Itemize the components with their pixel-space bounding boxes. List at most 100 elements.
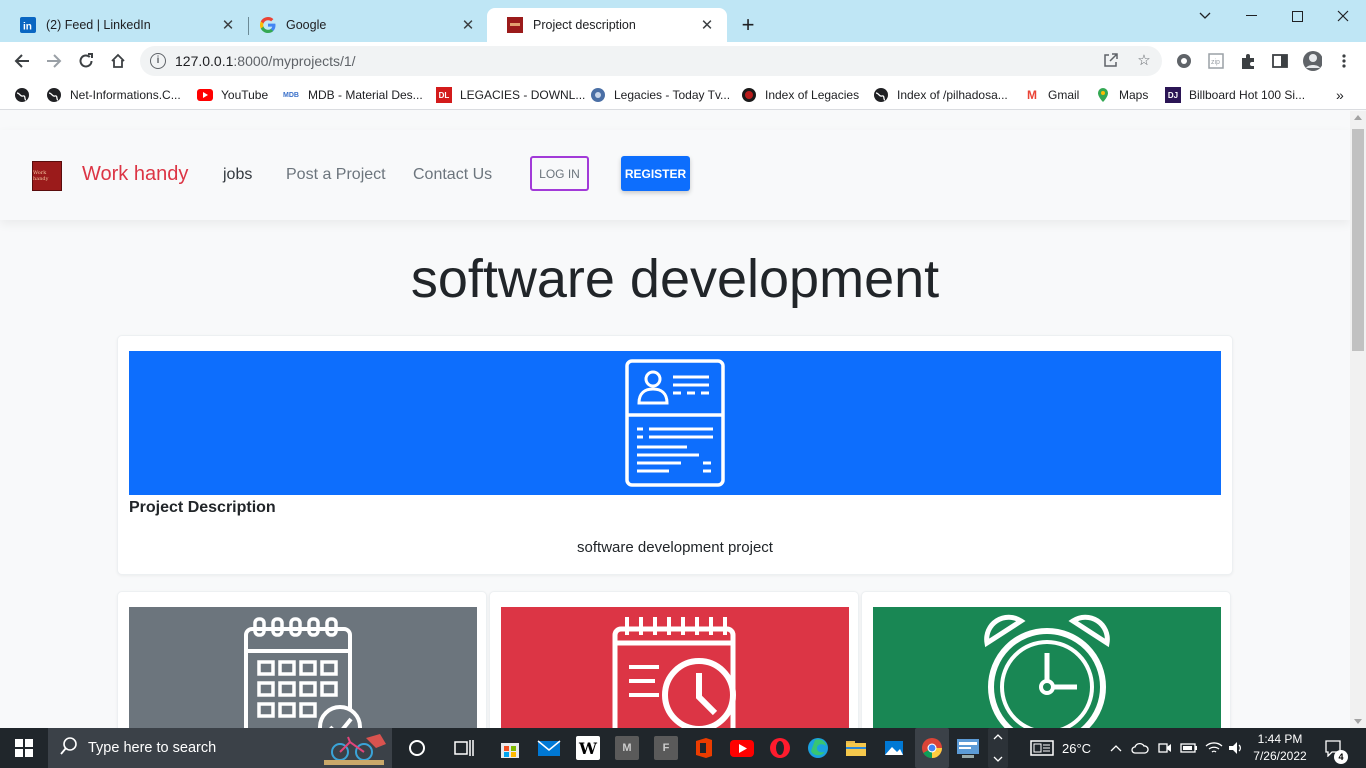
register-button[interactable]: REGISTER [621, 156, 690, 191]
opera-icon[interactable] [768, 736, 792, 760]
new-tab-button[interactable]: + [736, 14, 760, 38]
scroll-down-arrow-icon[interactable] [1354, 719, 1362, 724]
page-scrollbar[interactable] [1350, 111, 1366, 728]
chrome-taskbar-button[interactable] [915, 728, 949, 768]
back-button[interactable] [10, 49, 34, 73]
bookmark-index-pilhadosa[interactable]: Index of /pilhadosa... [873, 85, 1008, 105]
tab-strip: in (2) Feed | LinkedIn ✕ Google ✕ Projec… [0, 0, 1366, 42]
card-description: software development project [577, 539, 773, 556]
bookmark-label: YouTube [221, 88, 269, 102]
app-f-icon[interactable]: F [654, 736, 678, 760]
bookmark-net-informations[interactable]: Net-Informations.C... [46, 85, 181, 105]
office-icon[interactable] [692, 736, 716, 760]
meet-now-icon[interactable] [1158, 728, 1172, 768]
page-title: software development [410, 249, 940, 309]
youtube-icon [197, 87, 213, 103]
wifi-icon[interactable] [1205, 728, 1223, 768]
battery-icon[interactable] [1180, 728, 1198, 768]
extensions-puzzle-icon[interactable] [1238, 51, 1258, 71]
bookmark-youtube[interactable]: YouTube [197, 85, 268, 105]
bookmark-label: Legacies - Today Tv... [614, 88, 731, 102]
start-button[interactable] [0, 728, 48, 768]
tab-google[interactable]: Google ✕ [240, 8, 488, 42]
volume-icon[interactable] [1228, 728, 1244, 768]
bookmarks-bar: Net-Informations.C... YouTube MDB MDB - … [0, 80, 1366, 110]
weather-widget[interactable]: 26°C [1030, 728, 1091, 768]
wikipedia-icon[interactable]: W [576, 736, 600, 760]
forward-button[interactable] [42, 49, 66, 73]
onedrive-cloud-icon[interactable] [1131, 728, 1149, 768]
maximize-button[interactable] [1274, 0, 1320, 32]
taskbar-clock[interactable]: 1:44 PM 7/26/2022 [1245, 731, 1315, 765]
show-hidden-icons-chevron[interactable] [1110, 728, 1122, 768]
tab-label: Project description [533, 18, 636, 32]
news-weather-icon [1030, 740, 1054, 756]
site-navbar: Work handy Work handy jobs Post a Projec… [0, 130, 1350, 220]
site-info-icon[interactable]: i [150, 53, 166, 69]
tab-label: (2) Feed | LinkedIn [46, 18, 151, 32]
clock-date: 7/26/2022 [1253, 749, 1307, 763]
project-banner [129, 351, 1221, 495]
taskbar-search[interactable]: Type here to search [48, 728, 392, 768]
taskbar-overflow-arrows[interactable] [988, 728, 1008, 768]
file-explorer-icon[interactable] [844, 736, 868, 760]
photos-app-icon[interactable] [882, 736, 906, 760]
scroll-up-arrow-icon[interactable] [1354, 115, 1362, 120]
bookmark-label: LEGACIES - DOWNL... [460, 88, 586, 102]
notification-center-button[interactable]: 4 [1324, 728, 1348, 768]
windows-logo-icon [15, 739, 33, 757]
maps-icon [1095, 87, 1111, 103]
bookmark-gmail[interactable]: M Gmail [1024, 85, 1079, 105]
minimize-button[interactable] [1228, 0, 1274, 32]
url-text[interactable]: 127.0.0.1:8000/myprojects/1/ [175, 53, 356, 69]
bookmark-mdb[interactable]: MDB MDB - Material Des... [282, 85, 423, 105]
bookmark-label: Index of /pilhadosa... [897, 88, 1008, 102]
nav-jobs[interactable]: jobs [223, 166, 252, 184]
tab-project-description[interactable]: Project description ✕ [487, 8, 727, 42]
tab-close-icon[interactable]: ✕ [218, 15, 238, 35]
mail-icon[interactable] [537, 736, 561, 760]
extension-globe-icon[interactable] [1174, 51, 1194, 71]
nav-post-project[interactable]: Post a Project [286, 166, 386, 184]
nav-contact-us[interactable]: Contact Us [413, 166, 492, 184]
address-bar[interactable]: i 127.0.0.1:8000/myprojects/1/ ☆ [140, 46, 1162, 76]
login-button[interactable]: LOG IN [530, 156, 589, 191]
tab-linkedin[interactable]: in (2) Feed | LinkedIn ✕ [0, 8, 248, 42]
scrollbar-thumb[interactable] [1352, 129, 1364, 351]
globe-icon [873, 87, 889, 103]
bookmark-star-icon[interactable]: ☆ [1135, 52, 1153, 70]
task-view-icon[interactable] [452, 736, 476, 760]
edge-icon[interactable] [806, 736, 830, 760]
chrome-menu-icon[interactable] [1334, 51, 1354, 71]
reload-button[interactable] [74, 49, 98, 73]
tab-search-chevron-icon[interactable] [1182, 0, 1228, 32]
home-button[interactable] [106, 49, 130, 73]
app-m-icon[interactable]: M [615, 736, 639, 760]
clock-time: 1:44 PM [1257, 732, 1303, 746]
share-icon[interactable] [1102, 52, 1120, 70]
tab-close-icon[interactable]: ✕ [458, 15, 478, 35]
youtube-app-icon[interactable] [730, 736, 754, 760]
page-viewport: Work handy Work handy jobs Post a Projec… [0, 111, 1366, 728]
legacies-icon: DL [436, 87, 452, 103]
more-bookmarks-icon[interactable]: » [1336, 85, 1344, 105]
bookmarks-apps-icon[interactable] [14, 85, 38, 105]
bookmark-billboard[interactable]: DJ Billboard Hot 100 Si... [1165, 85, 1305, 105]
site-logo[interactable]: Work handy [32, 161, 62, 191]
cortana-icon[interactable] [405, 736, 429, 760]
close-window-button[interactable] [1320, 0, 1366, 32]
bookmark-label: Net-Informations.C... [70, 88, 181, 102]
profile-avatar[interactable] [1302, 51, 1322, 71]
bookmark-index-legacies[interactable]: Index of Legacies [741, 85, 859, 105]
bookmark-legacies-download[interactable]: DL LEGACIES - DOWNL... [436, 85, 585, 105]
bookmark-label: MDB - Material Des... [308, 88, 423, 102]
extension-zip-icon[interactable]: zip [1206, 51, 1226, 71]
side-panel-icon[interactable] [1270, 51, 1290, 71]
brand-link[interactable]: Work handy [82, 163, 188, 186]
tab-close-icon[interactable]: ✕ [697, 15, 717, 35]
bookmark-maps[interactable]: Maps [1095, 85, 1148, 105]
microsoft-store-icon[interactable] [498, 736, 522, 760]
control-panel-icon[interactable] [956, 736, 980, 760]
bookmark-legacies-today[interactable]: Legacies - Today Tv... [590, 85, 730, 105]
browser-toolbar: i 127.0.0.1:8000/myprojects/1/ ☆ zip [0, 42, 1366, 80]
